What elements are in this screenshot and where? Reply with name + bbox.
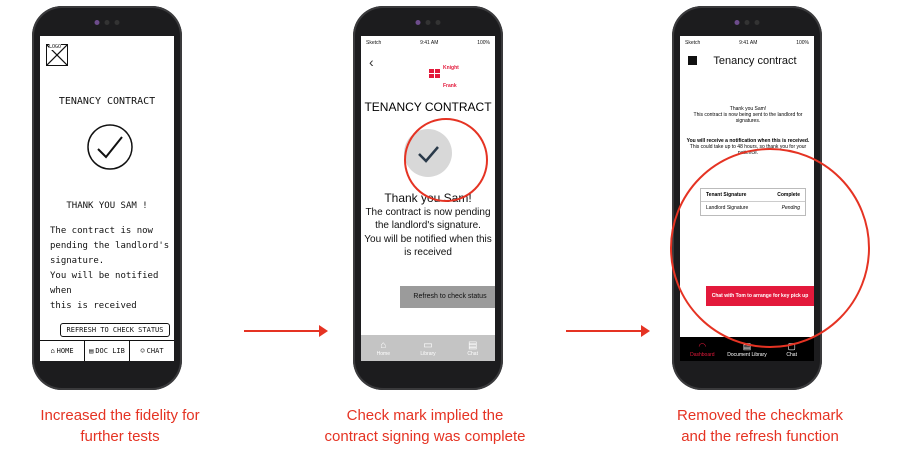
caption-1: Increased the fidelity for further tests (40, 407, 200, 445)
mid-screen: Sketch 9:41 AM 100% ‹ Knight Frank TENANC… (361, 36, 495, 361)
status-bar: Sketch 9:41 AM 100% (366, 40, 490, 46)
thanks-text: THANK YOU SAM ! (66, 201, 148, 211)
page-title: TENANCY CONTRACT (364, 100, 492, 114)
bottom-nav: ⌂ HOME ▤ DOC LIB ☺ CHAT (40, 340, 174, 361)
status-message: Thank you Sam! The contract is now pendi… (364, 191, 492, 258)
knight-frank-logo: Knight Frank (429, 56, 459, 92)
people-icon: ☺ (140, 347, 145, 355)
refresh-button[interactable]: Refresh to check status (400, 286, 495, 308)
nav-chat[interactable]: ☺ CHAT (130, 341, 174, 361)
nav-dashboard[interactable]: ◠ Dashboard (680, 337, 725, 361)
bottom-nav: ⌂ Home ▭ Library ▤ Chat (361, 335, 495, 361)
refresh-button[interactable]: REFRESH TO CHECK STATUS (60, 323, 170, 337)
phone-sketch: LOGO TENANCY CONTRACT THANK YOU SAM ! Th… (32, 6, 182, 390)
annotation-ring-check (404, 118, 488, 202)
page-title: Tenancy contract (713, 55, 797, 67)
back-icon[interactable]: ‹ (369, 54, 374, 70)
document-icon: ▤ (89, 347, 94, 355)
logo-placeholder: LOGO (46, 44, 68, 66)
status-bar: Sketch 9:41 AM 100% (685, 40, 809, 46)
nav-chat[interactable]: ▤ Chat (450, 335, 495, 361)
annotation-ring-table (670, 148, 870, 348)
check-icon (87, 124, 133, 170)
home-icon: ⌂ (380, 339, 387, 351)
nav-home[interactable]: ⌂ Home (361, 335, 406, 361)
nav-home[interactable]: ⌂ HOME (40, 341, 85, 361)
chat-icon: ▤ (467, 339, 478, 351)
brand-logo-icon (688, 56, 697, 65)
caption-2: Check mark implied the contract signing … (324, 407, 526, 445)
arrow-icon (566, 325, 650, 337)
sketch-screen: LOGO TENANCY CONTRACT THANK YOU SAM ! Th… (40, 36, 174, 361)
home-icon: ⌂ (50, 347, 55, 355)
status-message: The contract is now pending the landlord… (50, 226, 170, 311)
nav-library[interactable]: ▭ Library (406, 335, 451, 361)
confirmation-text: Thank you Sam! This contract is now bein… (693, 106, 803, 124)
dashboard-icon: ◠ (698, 340, 707, 351)
nav-doc-lib[interactable]: ▤ DOC LIB (85, 341, 130, 361)
arrow-icon (244, 325, 328, 337)
page-title: TENANCY CONTRACT (58, 96, 156, 107)
caption-3: Removed the checkmark and the refresh fu… (677, 407, 843, 445)
folder-icon: ▭ (423, 339, 433, 351)
